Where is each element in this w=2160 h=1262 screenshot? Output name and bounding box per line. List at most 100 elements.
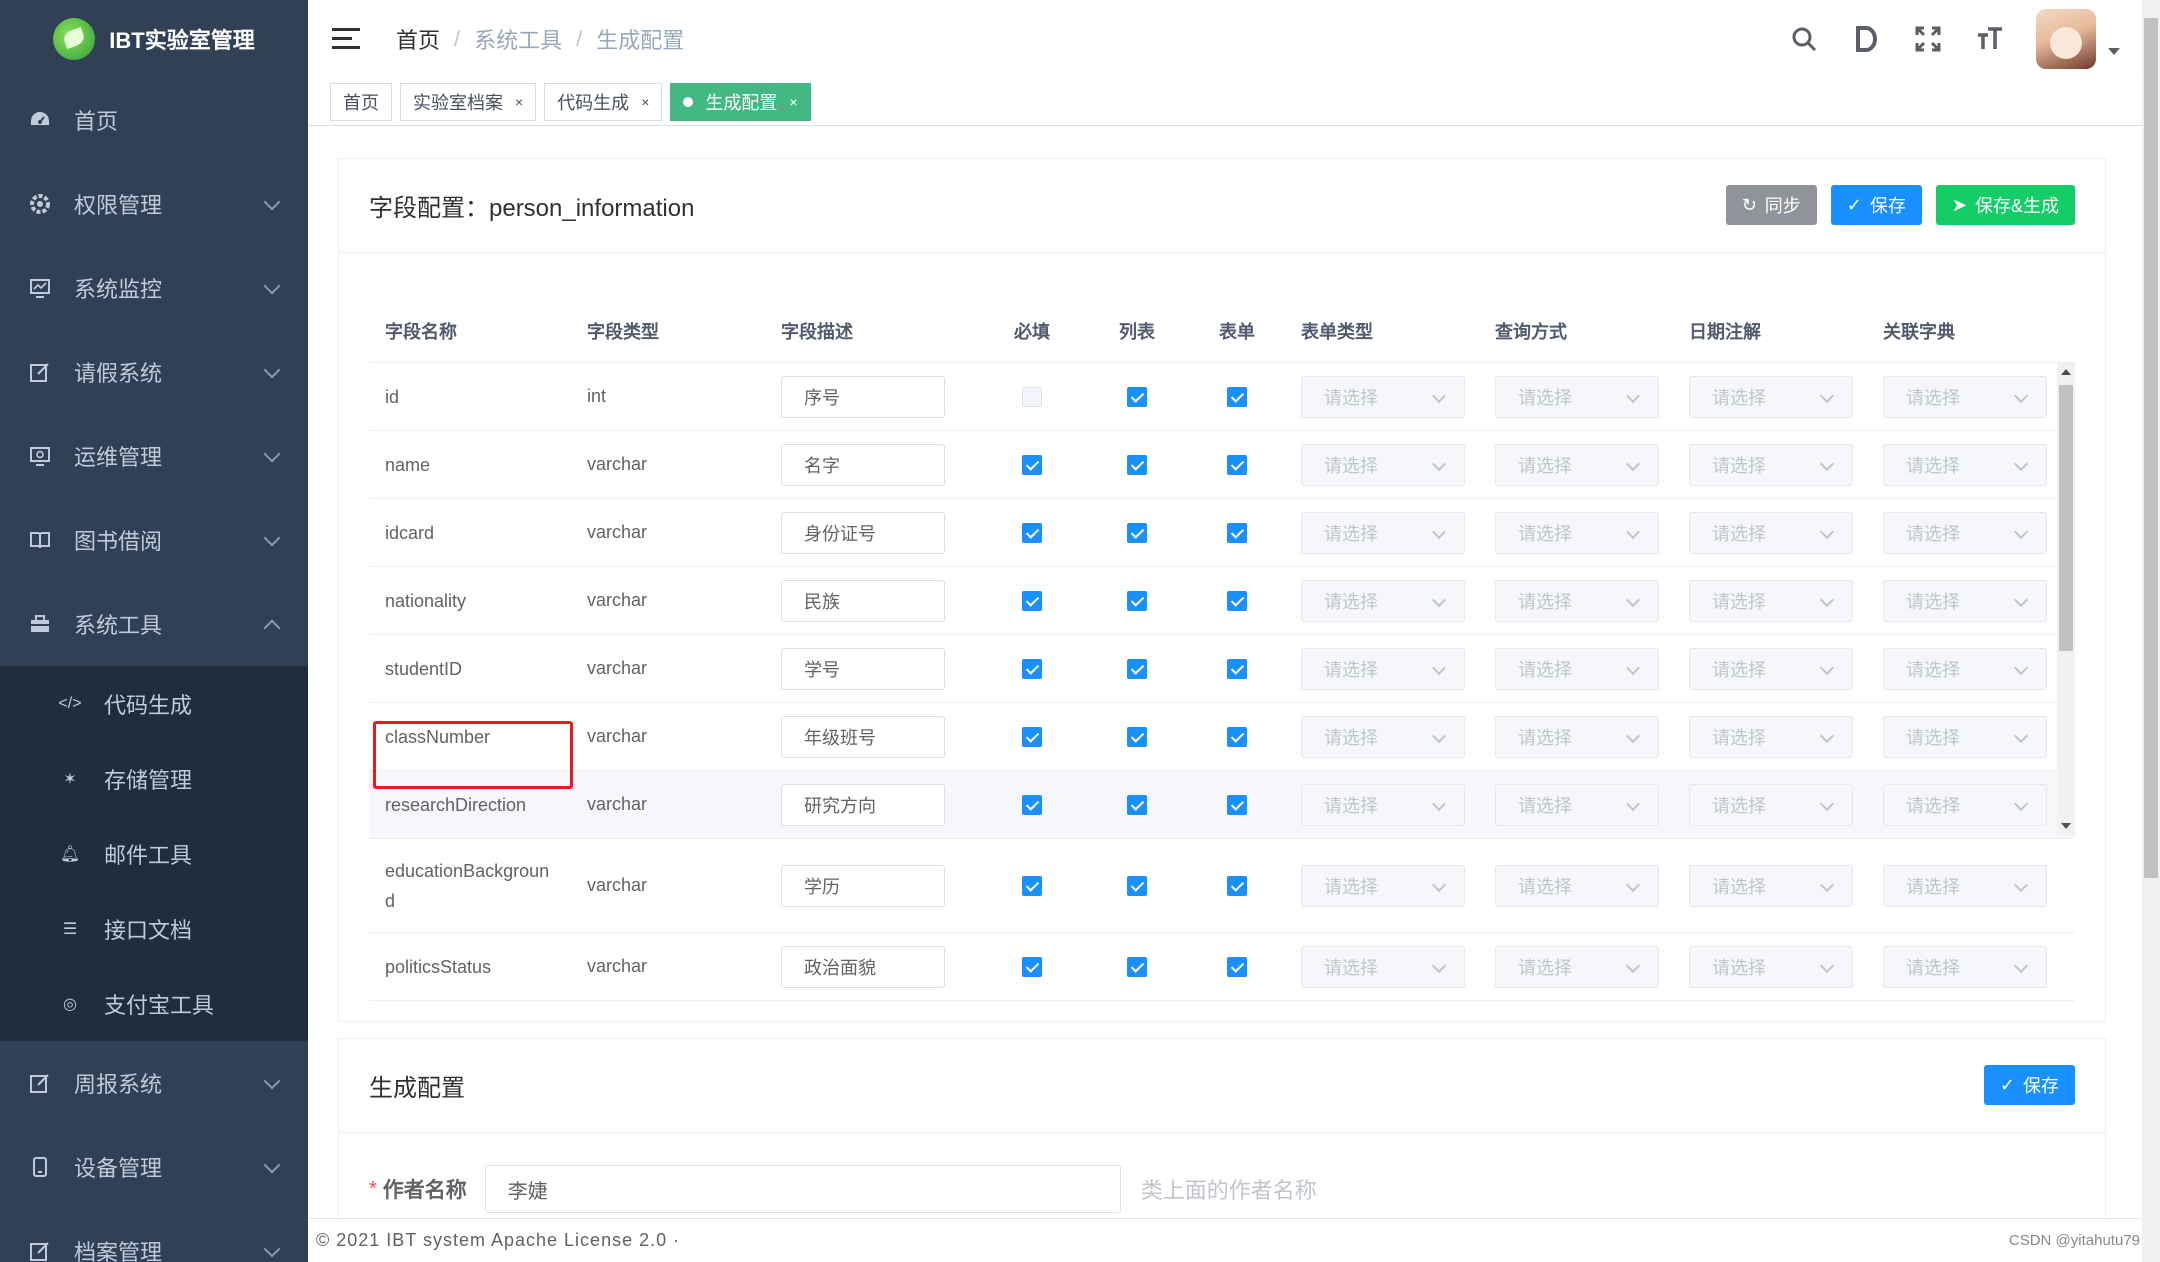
list-checkbox[interactable] — [1127, 386, 1147, 407]
sidebar-item-ops[interactable]: 运维管理 — [0, 414, 308, 498]
form-checkbox[interactable] — [1227, 956, 1247, 977]
query-type-select[interactable]: 请选择 — [1495, 864, 1659, 907]
sidebar-subitem-storage[interactable]: ✶ 存储管理 — [0, 741, 308, 816]
tag-home[interactable]: 首页 — [330, 82, 392, 121]
required-checkbox[interactable] — [1022, 794, 1042, 815]
form-checkbox[interactable] — [1227, 590, 1247, 611]
sidebar-item-archives[interactable]: 档案管理 — [0, 1209, 308, 1262]
form-checkbox[interactable] — [1227, 522, 1247, 543]
logo[interactable]: IBT实验室管理 — [0, 0, 308, 78]
list-checkbox[interactable] — [1127, 956, 1147, 977]
table-scrollbar[interactable] — [2057, 363, 2075, 835]
scrollbar-thumb[interactable] — [2144, 18, 2158, 878]
save-button[interactable]: ✓ 保存 — [1830, 185, 1922, 225]
required-checkbox[interactable] — [1022, 454, 1042, 475]
sidebar-item-leave[interactable]: 请假系统 — [0, 330, 308, 414]
list-checkbox[interactable] — [1127, 658, 1147, 679]
close-icon[interactable]: × — [515, 94, 523, 110]
field-desc-input[interactable]: 研究方向 — [781, 783, 945, 826]
breadcrumb-item[interactable]: 首页 — [396, 23, 440, 55]
field-desc-input[interactable]: 年级班号 — [781, 715, 945, 758]
form-type-select[interactable]: 请选择 — [1301, 647, 1465, 690]
sidebar-subitem-alipay[interactable]: ◎ 支付宝工具 — [0, 966, 308, 1041]
close-icon[interactable]: × — [641, 94, 649, 110]
sidebar-subitem-codegen[interactable]: </> 代码生成 — [0, 666, 308, 741]
sidebar-item-monitor[interactable]: 系统监控 — [0, 246, 308, 330]
query-type-select[interactable]: 请选择 — [1495, 443, 1659, 486]
gen-save-button[interactable]: ✓ 保存 — [1983, 1065, 2075, 1105]
tag-codegen[interactable]: 代码生成 × — [544, 82, 663, 121]
sidebar-subitem-mail[interactable]: 🔔︎ 邮件工具 — [0, 816, 308, 891]
date-annotation-select[interactable]: 请选择 — [1689, 375, 1853, 418]
date-annotation-select[interactable]: 请选择 — [1689, 864, 1853, 907]
query-type-select[interactable]: 请选择 — [1495, 375, 1659, 418]
tag-gen-config[interactable]: 生成配置 × — [670, 82, 811, 121]
page-scrollbar[interactable] — [2142, 0, 2160, 1262]
query-type-select[interactable]: 请选择 — [1495, 579, 1659, 622]
date-annotation-select[interactable]: 请选择 — [1689, 647, 1853, 690]
tag-lab-archives[interactable]: 实验室档案 × — [400, 82, 537, 121]
sidebar-item-system-tools[interactable]: 系统工具 — [0, 582, 308, 666]
save-generate-button[interactable]: ➤ 保存&生成 — [1935, 185, 2075, 225]
form-checkbox[interactable] — [1227, 875, 1247, 896]
sidebar-item-home[interactable]: 首页 — [0, 78, 308, 162]
doc-icon[interactable] — [1850, 23, 1882, 55]
caret-down-icon[interactable] — [2108, 47, 2120, 55]
dict-select[interactable]: 请选择 — [1883, 864, 2047, 907]
fullscreen-icon[interactable] — [1912, 23, 1944, 55]
list-checkbox[interactable] — [1127, 794, 1147, 815]
form-checkbox[interactable] — [1227, 658, 1247, 679]
form-type-select[interactable]: 请选择 — [1301, 783, 1465, 826]
date-annotation-select[interactable]: 请选择 — [1689, 579, 1853, 622]
form-type-select[interactable]: 请选择 — [1301, 864, 1465, 907]
scroll-down-icon[interactable] — [2061, 823, 2071, 829]
required-checkbox[interactable] — [1022, 875, 1042, 896]
close-icon[interactable]: × — [789, 94, 797, 110]
field-desc-input[interactable]: 序号 — [781, 375, 945, 418]
hamburger-icon[interactable] — [332, 28, 360, 50]
date-annotation-select[interactable]: 请选择 — [1689, 783, 1853, 826]
date-annotation-select[interactable]: 请选择 — [1689, 945, 1853, 988]
form-type-select[interactable]: 请选择 — [1301, 443, 1465, 486]
field-desc-input[interactable]: 身份证号 — [781, 511, 945, 554]
query-type-select[interactable]: 请选择 — [1495, 715, 1659, 758]
font-size-icon[interactable] — [1974, 23, 2006, 55]
sidebar-subitem-api-docs[interactable]: ☰ 接口文档 — [0, 891, 308, 966]
required-checkbox[interactable] — [1022, 386, 1042, 407]
dict-select[interactable]: 请选择 — [1883, 715, 2047, 758]
list-checkbox[interactable] — [1127, 875, 1147, 896]
query-type-select[interactable]: 请选择 — [1495, 945, 1659, 988]
form-type-select[interactable]: 请选择 — [1301, 375, 1465, 418]
required-checkbox[interactable] — [1022, 590, 1042, 611]
dict-select[interactable]: 请选择 — [1883, 579, 2047, 622]
dict-select[interactable]: 请选择 — [1883, 375, 2047, 418]
required-checkbox[interactable] — [1022, 726, 1042, 747]
sidebar-item-library[interactable]: 图书借阅 — [0, 498, 308, 582]
sidebar-item-devices[interactable]: 设备管理 — [0, 1125, 308, 1209]
form-type-select[interactable]: 请选择 — [1301, 715, 1465, 758]
field-desc-input[interactable]: 学号 — [781, 647, 945, 690]
list-checkbox[interactable] — [1127, 726, 1147, 747]
query-type-select[interactable]: 请选择 — [1495, 783, 1659, 826]
form-checkbox[interactable] — [1227, 454, 1247, 475]
dict-select[interactable]: 请选择 — [1883, 945, 2047, 988]
query-type-select[interactable]: 请选择 — [1495, 647, 1659, 690]
list-checkbox[interactable] — [1127, 522, 1147, 543]
form-type-select[interactable]: 请选择 — [1301, 945, 1465, 988]
field-desc-input[interactable]: 学历 — [781, 864, 945, 907]
avatar[interactable] — [2036, 9, 2096, 69]
date-annotation-select[interactable]: 请选择 — [1689, 715, 1853, 758]
scroll-up-icon[interactable] — [2061, 369, 2071, 375]
field-desc-input[interactable]: 政治面貌 — [781, 945, 945, 988]
date-annotation-select[interactable]: 请选择 — [1689, 443, 1853, 486]
required-checkbox[interactable] — [1022, 522, 1042, 543]
dict-select[interactable]: 请选择 — [1883, 647, 2047, 690]
form-type-select[interactable]: 请选择 — [1301, 511, 1465, 554]
required-checkbox[interactable] — [1022, 956, 1042, 977]
sync-button[interactable]: ↻ 同步 — [1725, 185, 1817, 225]
form-checkbox[interactable] — [1227, 726, 1247, 747]
list-checkbox[interactable] — [1127, 454, 1147, 475]
sidebar-item-permissions[interactable]: 权限管理 — [0, 162, 308, 246]
query-type-select[interactable]: 请选择 — [1495, 511, 1659, 554]
sidebar-item-weekly[interactable]: 周报系统 — [0, 1041, 308, 1125]
